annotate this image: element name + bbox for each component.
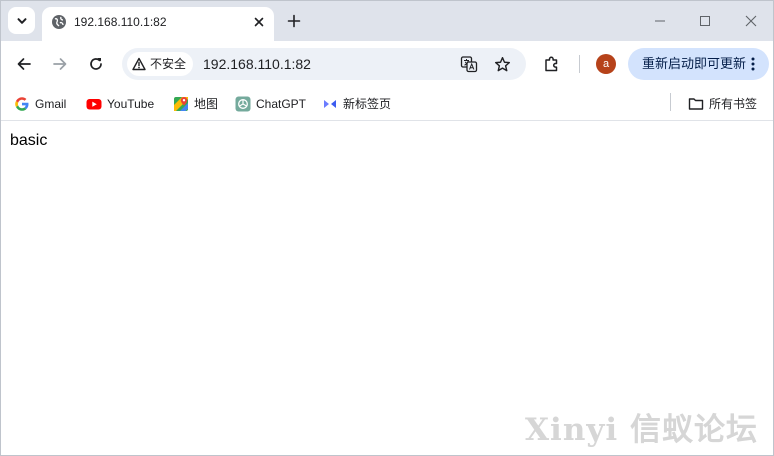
update-button-label: 重新启动即可更新 [642, 56, 747, 71]
address-bar[interactable]: 不安全 192.168.110.1:82 [122, 48, 526, 80]
new-tab-button[interactable] [284, 11, 304, 31]
tab-search-button[interactable] [8, 7, 35, 34]
tab-close-button[interactable] [250, 13, 268, 31]
maximize-button[interactable] [693, 9, 717, 33]
chatgpt-icon [235, 96, 251, 112]
url-text[interactable]: 192.168.110.1:82 [203, 56, 311, 72]
tab-active[interactable]: 192.168.110.1:82 [42, 7, 274, 41]
toolbar-divider [579, 55, 580, 73]
bookmark-maps[interactable]: 地图 [173, 93, 218, 115]
bookmarks-divider [670, 93, 671, 111]
minimize-icon [655, 20, 665, 22]
security-label: 不安全 [150, 57, 187, 71]
forward-button[interactable] [47, 51, 73, 77]
bookmark-label: YouTube [107, 97, 155, 111]
tab-title: 192.168.110.1:82 [74, 15, 167, 29]
reload-icon [90, 58, 102, 70]
maps-icon [174, 97, 188, 111]
plus-icon [287, 14, 301, 28]
chevron-down-icon [17, 17, 26, 24]
more-vertical-icon [751, 57, 755, 71]
warning-icon [132, 57, 146, 71]
close-icon [745, 15, 757, 27]
translate-button[interactable] [459, 54, 479, 74]
bookmark-label: ChatGPT [256, 97, 307, 111]
bookmark-chatgpt[interactable]: ChatGPT [235, 93, 306, 115]
bookmark-youtube[interactable]: YouTube [86, 93, 154, 115]
bookmark-label: 地图 [194, 97, 219, 111]
all-bookmarks-label: 所有书签 [709, 97, 758, 111]
bookmark-label: 新标签页 [343, 97, 392, 111]
profile-avatar[interactable]: a [596, 54, 616, 74]
back-button[interactable] [11, 51, 37, 77]
bookmark-star-button[interactable] [492, 54, 512, 74]
watermark: Xinyi 信蚁论坛 [525, 412, 758, 448]
youtube-icon [86, 99, 102, 110]
new-tab-page-icon [324, 100, 336, 108]
security-chip[interactable]: 不安全 [127, 52, 193, 76]
bookmark-new-tab-page[interactable]: 新标签页 [322, 93, 391, 115]
close-icon [254, 17, 264, 27]
page-content: basic Xinyi 信蚁论坛 [1, 122, 773, 455]
bookmark-label: Gmail [35, 97, 67, 111]
reload-button[interactable] [83, 51, 109, 77]
all-bookmarks-button[interactable]: 所有书签 [688, 93, 757, 115]
star-icon [494, 56, 510, 71]
relaunch-update-button[interactable]: 重新启动即可更新 [628, 48, 769, 80]
minimize-button[interactable] [648, 9, 672, 33]
maximize-icon [700, 16, 710, 26]
tab-strip: 192.168.110.1:82 [1, 1, 773, 41]
page-body-text: basic [10, 132, 48, 149]
translate-icon [460, 56, 478, 73]
toolbar: 不安全 192.168.110.1:82 a 重新启动即可更新 [1, 41, 773, 87]
extensions-button[interactable] [539, 51, 565, 77]
globe-icon [52, 15, 66, 29]
arrow-right-icon [53, 58, 67, 70]
arrow-left-icon [17, 58, 31, 70]
folder-icon [688, 98, 704, 110]
close-window-button[interactable] [739, 9, 763, 33]
puzzle-icon [545, 56, 558, 72]
browser-window: 192.168.110.1:82 不安全 192.168.110.1:82 a … [0, 0, 774, 456]
bookmark-gmail[interactable]: Gmail [14, 93, 66, 115]
google-icon [15, 97, 29, 111]
bookmarks-bar: Gmail YouTube 地图 ChatGPT 新标签页 所有书签 [1, 87, 773, 121]
browser-menu-button[interactable] [746, 54, 760, 74]
